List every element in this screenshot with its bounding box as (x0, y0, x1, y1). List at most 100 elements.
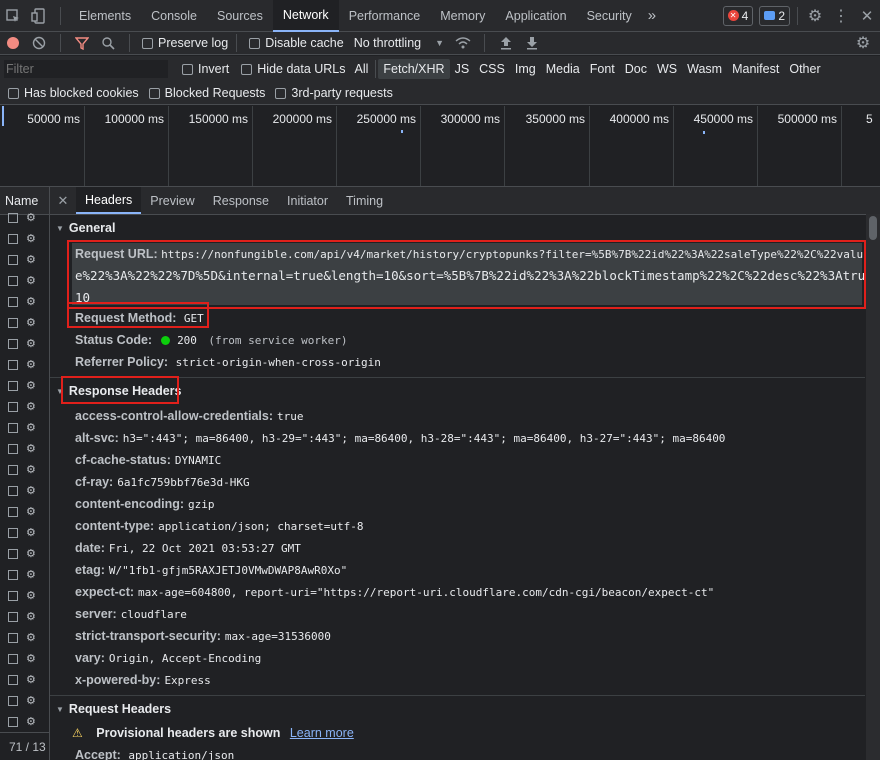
settings-gear-icon[interactable]: ⚙ (802, 3, 828, 29)
tab-headers[interactable]: Headers (76, 187, 142, 214)
status-code-row: Status Code: 200 (from service worker) (75, 333, 348, 347)
has-blocked-cookies-label: Has blocked cookies (24, 86, 139, 100)
service-worker-gear-icon: ⚙ (26, 527, 36, 539)
request-row[interactable]: ⚙ (0, 606, 49, 627)
filter-type-manifest[interactable]: Manifest (727, 59, 784, 79)
third-party-requests-checkbox[interactable] (275, 87, 287, 99)
request-file-icon (8, 527, 18, 538)
request-row[interactable]: ⚙ (0, 648, 49, 669)
messages-badge[interactable]: 2 (759, 5, 790, 26)
request-row[interactable]: ⚙ (0, 690, 49, 711)
request-file-icon (8, 506, 18, 517)
request-row[interactable]: ⚙ (0, 543, 49, 564)
tab-memory[interactable]: Memory (430, 0, 495, 32)
chevron-down-icon[interactable]: ▼ (435, 38, 444, 48)
request-row[interactable]: ⚙ (0, 270, 49, 291)
request-row[interactable]: ⚙ (0, 438, 49, 459)
general-section-header[interactable]: ▼ General (56, 221, 871, 235)
request-row[interactable]: ⚙ (0, 480, 49, 501)
tab-timing[interactable]: Timing (337, 187, 392, 214)
request-row[interactable]: ⚙ (0, 627, 49, 648)
network-settings-gear-icon[interactable]: ⚙ (850, 30, 876, 56)
tab-network[interactable]: Network (272, 0, 339, 32)
import-har-upload-icon[interactable] (493, 30, 519, 56)
detail-scrollbar[interactable] (866, 214, 880, 760)
tab-security[interactable]: Security (577, 0, 642, 32)
preserve-log-checkbox[interactable] (142, 37, 153, 49)
filter-type-img[interactable]: Img (510, 59, 541, 79)
response-header-key: date: (75, 541, 105, 555)
inspect-element-icon[interactable] (0, 3, 26, 29)
learn-more-link[interactable]: Learn more (290, 726, 354, 740)
filter-type-doc[interactable]: Doc (620, 59, 652, 79)
hide-data-urls-label: Hide data URLs (257, 62, 346, 76)
request-row[interactable]: ⚙ (0, 417, 49, 438)
filter-type-js[interactable]: JS (450, 59, 475, 79)
filter-funnel-icon[interactable] (69, 30, 95, 56)
request-row[interactable]: ⚙ (0, 312, 49, 333)
request-row[interactable]: ⚙ (0, 522, 49, 543)
request-row[interactable]: ⚙ (0, 669, 49, 690)
filter-type-wasm[interactable]: Wasm (682, 59, 727, 79)
tab-application[interactable]: Application (495, 0, 576, 32)
filter-type-all[interactable]: All (350, 59, 374, 79)
more-tabs-button[interactable]: » (642, 0, 668, 32)
request-row[interactable]: ⚙ (0, 396, 49, 417)
request-row[interactable]: ⚙ (0, 249, 49, 270)
network-conditions-wifi-icon[interactable] (450, 30, 476, 56)
export-har-download-icon[interactable] (519, 30, 545, 56)
has-blocked-cookies-checkbox[interactable] (8, 87, 19, 99)
scrollbar-thumb[interactable] (869, 216, 877, 240)
tab-elements[interactable]: Elements (69, 0, 141, 32)
request-file-icon (8, 716, 18, 727)
search-icon[interactable] (95, 30, 121, 56)
clear-icon[interactable] (26, 30, 52, 56)
close-icon[interactable]: ✕ (854, 3, 880, 29)
service-worker-gear-icon: ⚙ (26, 674, 36, 686)
errors-count: 4 (741, 8, 749, 23)
device-toolbar-icon[interactable] (26, 3, 52, 29)
timeline-tick-label: 100000 ms (104, 112, 164, 126)
request-row[interactable]: ⚙ (0, 564, 49, 585)
tab-preview[interactable]: Preview (141, 187, 203, 214)
request-row[interactable]: ⚙ (0, 375, 49, 396)
filter-type-font[interactable]: Font (585, 59, 620, 79)
blocked-requests-checkbox[interactable] (148, 87, 160, 99)
request-row[interactable]: ⚙ (0, 291, 49, 312)
filter-type-fetch-xhr[interactable]: Fetch/XHR (378, 59, 450, 79)
response-header-key: strict-transport-security: (75, 629, 221, 643)
filter-type-other[interactable]: Other (784, 59, 825, 79)
invert-checkbox[interactable] (182, 63, 193, 75)
timeline-overview[interactable]: 50000 ms 100000 ms 150000 ms 200000 ms 2… (0, 106, 880, 187)
request-row[interactable]: ⚙ (0, 354, 49, 375)
tab-console[interactable]: Console (141, 0, 207, 32)
filter-type-media[interactable]: Media (541, 59, 585, 79)
request-file-icon (8, 359, 18, 370)
filter-type-css[interactable]: CSS (474, 59, 510, 79)
provisional-headers-row: ⚠ Provisional headers are shown Learn mo… (72, 726, 354, 740)
tab-response[interactable]: Response (204, 187, 278, 214)
more-options-icon[interactable]: ⋮ (828, 3, 854, 29)
close-detail-icon[interactable]: ✕ (50, 193, 76, 209)
request-row[interactable]: ⚙ (0, 501, 49, 522)
hide-data-urls-checkbox[interactable] (241, 63, 253, 75)
accept-header-row: Accept: application/json (75, 748, 234, 760)
record-icon[interactable] (0, 30, 26, 56)
tab-initiator[interactable]: Initiator (278, 187, 337, 214)
tab-sources[interactable]: Sources (207, 0, 273, 32)
filter-input[interactable] (4, 60, 168, 78)
request-row[interactable]: ⚙ (0, 585, 49, 606)
request-file-icon (8, 401, 18, 412)
response-header-value: h3=":443"; ma=86400, h3-29=":443"; ma=86… (122, 432, 726, 445)
request-row[interactable]: ⚙ (0, 228, 49, 249)
request-headers-section-header[interactable]: ▼ Request Headers (56, 702, 871, 716)
filter-type-ws[interactable]: WS (652, 59, 682, 79)
tab-performance[interactable]: Performance (339, 0, 431, 32)
request-row[interactable]: ⚙ (0, 711, 49, 732)
request-row[interactable]: ⚙ (0, 459, 49, 480)
request-row[interactable]: ⚙ (0, 207, 49, 228)
request-row[interactable]: ⚙ (0, 333, 49, 354)
errors-badge[interactable]: ✕ 4 (722, 5, 754, 26)
disable-cache-checkbox[interactable] (249, 37, 261, 49)
throttling-select[interactable]: No throttling (354, 36, 421, 50)
